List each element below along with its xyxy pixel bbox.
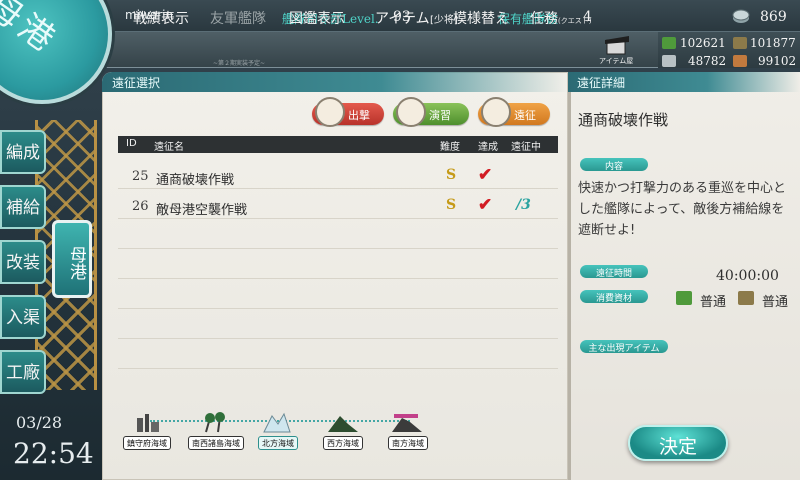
nav-home-port[interactable]: 母港 [52, 220, 92, 298]
nav-repair[interactable]: 入渠 [0, 295, 46, 339]
col-name: 遠征名 [154, 142, 184, 153]
tab-exercise-label: 演習 [429, 109, 451, 122]
fuel-value: 102621 [680, 36, 726, 50]
sortie-plane-icon [315, 97, 345, 127]
map-node-southwest-islands[interactable]: 南西諸島海域 [188, 436, 244, 450]
expedition-description: 快速かつ打撃力のある重巡を中心とした艦隊によって、敵後方補給線を遮断せよ! [578, 181, 787, 238]
map-node-home-waters[interactable]: 鎮守府海域 [123, 436, 171, 450]
ammo-cost: 普通 [762, 295, 789, 310]
southern-island-icon [392, 414, 422, 432]
expedition-detail-title: 遠征詳細 [577, 76, 626, 90]
naval-base-icon [137, 414, 159, 432]
ammo-icon [733, 37, 747, 49]
tab-expedition-label: 遠征 [514, 109, 536, 122]
fuel-icon [662, 37, 676, 49]
col-achieved: 達成 [478, 142, 498, 153]
achieved-check-icon: ✔ [478, 165, 493, 185]
menu-quests[interactable]: 任務(クエスト) [530, 8, 591, 28]
time-label: 遠征時間 [580, 265, 648, 279]
port-badge-label: 母港 [0, 0, 65, 62]
tab-exercise[interactable]: 演習 [393, 97, 469, 127]
nav-arsenal[interactable]: 工廠 [0, 350, 46, 394]
col-in-progress: 遠征中 [511, 142, 541, 153]
col-id: ID [126, 138, 137, 149]
row-difficulty: S [446, 197, 457, 213]
nav-supply[interactable]: 補給 [0, 185, 46, 229]
game-screen: miwarin 艦隊司令部Level. 93 [少将] 保有艦隊数 4 869 … [0, 0, 800, 480]
date: 03/28 [16, 413, 63, 432]
row-name: 通商破壊作戦 [156, 173, 235, 188]
menu-items[interactable]: アイテム [375, 8, 430, 28]
port-badge[interactable]: 母港 [0, 0, 112, 104]
map-node-northern-waters[interactable]: 北方海域 [258, 436, 298, 450]
steel-icon [662, 55, 676, 67]
menu-quests-sub: (クエスト) [558, 17, 592, 25]
row-id: 25 [132, 169, 149, 184]
empty-row [118, 283, 558, 309]
expedition-row[interactable]: 25 通商破壊作戦 S ✔ [118, 163, 558, 189]
ammo-value: 101877 [750, 36, 796, 50]
items-label: 主な出現アイテム [580, 340, 668, 354]
expedition-list-header [102, 72, 568, 92]
empty-row [118, 343, 558, 369]
fuel-cost: 普通 [700, 295, 727, 310]
col-difficulty: 難度 [440, 142, 460, 153]
row-id: 26 [132, 199, 149, 214]
tab-expedition[interactable]: 遠征 [478, 97, 550, 127]
content-label: 内容 [580, 158, 648, 172]
menu-decorate[interactable]: 模様替え [453, 8, 509, 28]
mountain-icon [328, 416, 358, 432]
menu-bar [98, 32, 658, 68]
map-node-western-waters[interactable]: 西方海域 [323, 436, 363, 450]
expedition-time: 40:00:00 [716, 268, 779, 284]
menu-encyclopedia[interactable]: 図鑑表示 [289, 8, 345, 28]
map-node-southern-waters[interactable]: 南方海域 [388, 436, 428, 450]
expedition-name: 通商破壊作戦 [578, 111, 669, 129]
steel-value: 48782 [688, 54, 727, 68]
empty-row [118, 313, 558, 339]
menu-quests-label: 任務 [530, 11, 558, 27]
nav-organize[interactable]: 編成 [0, 130, 46, 174]
bauxite-icon [733, 55, 747, 67]
item-shop-label: アイテム屋 [599, 57, 634, 65]
row-difficulty: S [446, 167, 457, 183]
ammo-cost-icon [738, 291, 754, 305]
cost-label: 消費資材 [580, 290, 648, 304]
coins-value: 869 [760, 9, 787, 25]
decide-button[interactable]: 決定 [628, 425, 728, 461]
menu-ally-fleet: 友軍艦隊 [210, 11, 266, 27]
tab-sortie-label: 出撃 [348, 109, 370, 122]
row-name: 敵母港空襲作戦 [156, 203, 248, 218]
menu-records[interactable]: 戦績表示 [133, 8, 189, 28]
expedition-list-title: 遠征選択 [112, 76, 161, 90]
tab-sortie[interactable]: 出撃 [312, 97, 384, 127]
expedition-table-header: ID 遠征名 難度 達成 遠征中 [118, 136, 558, 153]
exercise-girl-icon [396, 97, 426, 127]
palm-island-icon [205, 412, 225, 433]
empty-row [118, 253, 558, 279]
furniture-coin-icon [732, 9, 750, 23]
expedition-compass-icon [481, 97, 511, 127]
empty-row [118, 223, 558, 249]
iceberg-icon [263, 412, 291, 433]
expedition-row[interactable]: 26 敵母港空襲作戦 S ✔ /3 [118, 193, 558, 219]
fuel-cost-icon [676, 291, 692, 305]
menu-ally-sub: ~第２期実装予定~ [213, 60, 266, 67]
achieved-check-icon: ✔ [478, 195, 493, 215]
in-progress-fleet: /3 [516, 197, 531, 213]
clock: 22:54 [13, 437, 94, 470]
nav-remodel[interactable]: 改装 [0, 240, 46, 284]
bauxite-value: 99102 [758, 54, 797, 68]
